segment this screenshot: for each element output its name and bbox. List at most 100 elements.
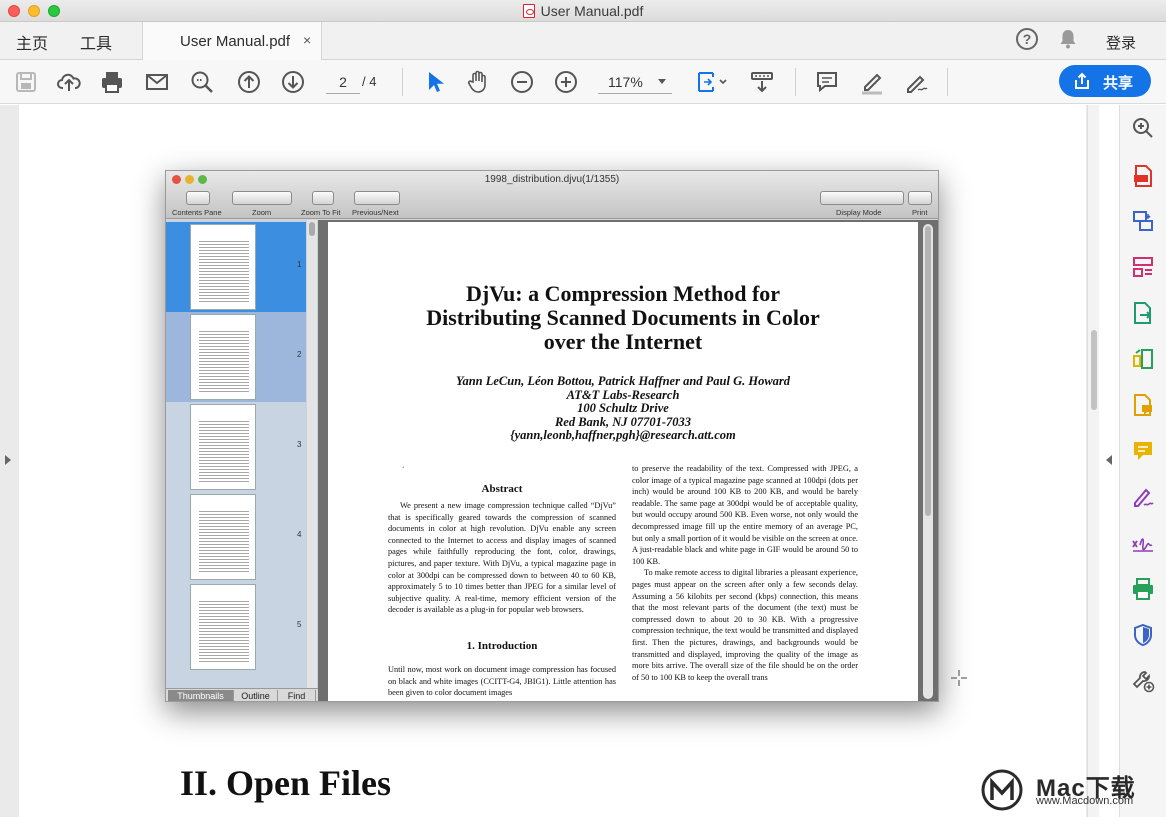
share-button[interactable]: 共享 (1059, 65, 1151, 97)
paper-title-line: over the Internet (543, 329, 703, 354)
zoom-level-dropdown[interactable]: 117% (598, 70, 672, 94)
window-title-text: User Manual.pdf (540, 3, 644, 19)
thumbnail-item: 3 (166, 402, 306, 492)
print-icon[interactable] (99, 69, 125, 95)
thumbnail-page (190, 224, 256, 310)
document-tab[interactable]: User Manual.pdf × (142, 22, 322, 60)
abstract-heading: Abstract (481, 483, 523, 495)
protect-shield-icon[interactable] (1131, 623, 1155, 647)
right-column-text: to preserve the readability of the text.… (632, 463, 858, 683)
send-for-signature-icon[interactable] (1131, 531, 1155, 555)
previous-page-icon[interactable] (236, 69, 262, 95)
stray-mark: ʻ (402, 465, 405, 473)
notification-bell-icon[interactable] (1058, 28, 1078, 50)
djvu-sidebar-tabs: Thumbnails Outline Find (166, 688, 318, 701)
djvu-sidebar-scrollbar (307, 220, 317, 688)
previous-next-label: Previous/Next (352, 208, 399, 217)
comment-icon[interactable] (814, 69, 840, 95)
login-link[interactable]: 登录 (1106, 32, 1136, 53)
thumbnail-item: 1 (166, 222, 306, 312)
combine-files-icon[interactable] (1131, 209, 1155, 233)
thumbnail-number: 3 (297, 440, 302, 449)
introduction-text: Until now, most work on document image c… (388, 665, 616, 698)
pdf-file-icon (522, 4, 535, 18)
close-tab-icon[interactable]: × (303, 32, 311, 48)
document-tab-label: User Manual.pdf (180, 33, 291, 50)
toolbar-divider (947, 68, 948, 96)
home-menu[interactable]: 主页 (16, 30, 48, 54)
paper-emails: {yann,leonb,haffner,pgh}@research.att.co… (510, 428, 736, 442)
thumbnail-lines (199, 239, 249, 303)
previous-next-button (354, 191, 400, 205)
app-window: User Manual.pdf 主页 工具 User Manual.pdf × … (0, 0, 1166, 817)
djvu-sidebar-scroll-thumb (309, 222, 315, 236)
paper-authors: Yann LeCun, Léon Bottou, Patrick Haffner… (455, 374, 791, 388)
organize-pages-icon[interactable] (1131, 255, 1155, 279)
right-column-paragraph: To make remote access to digital librari… (632, 568, 858, 682)
djvu-print-button (908, 191, 932, 205)
export-pdf-icon[interactable] (1131, 301, 1155, 325)
hand-tool-icon[interactable] (465, 69, 491, 95)
page-total-label: / 4 (362, 74, 377, 89)
zoom-segmented-button (232, 191, 292, 205)
page-number-input[interactable] (326, 70, 360, 94)
zoom-search-icon[interactable] (1131, 116, 1155, 140)
paper-authors-block: Yann LeCun, Léon Bottou, Patrick Haffner… (328, 374, 918, 443)
print-label: Print (912, 208, 928, 217)
edit-pdf-icon[interactable] (1131, 347, 1155, 371)
chevron-down-icon (658, 79, 666, 84)
djvu-paper-page: DjVu: a Compression Method for Distribut… (328, 222, 918, 701)
right-column-paragraph: to preserve the readability of the text.… (632, 464, 858, 566)
help-icon[interactable]: ? (1016, 28, 1038, 50)
toolbar-divider (402, 68, 403, 96)
share-button-label: 共享 (1103, 75, 1134, 92)
share-icon (1075, 72, 1089, 89)
select-cursor-icon[interactable] (421, 69, 447, 95)
create-pdf-icon[interactable] (1131, 164, 1155, 188)
comment-tool-icon[interactable] (1131, 393, 1155, 417)
title-bar: User Manual.pdf (0, 0, 1166, 22)
thumbnail-number: 2 (297, 350, 302, 359)
section-heading: II. Open Files (180, 763, 392, 803)
more-tools-icon[interactable] (1131, 669, 1155, 693)
zoom-level-value: 117% (608, 74, 643, 90)
next-page-icon[interactable] (280, 69, 306, 95)
toolbar-divider (795, 68, 796, 96)
thumbnail-page (190, 314, 256, 400)
paper-city: Red Bank, NJ 07701-7033 (554, 414, 692, 429)
vertical-scrollbar[interactable] (1087, 105, 1099, 817)
fit-page-icon[interactable] (696, 69, 728, 95)
display-mode-button (820, 191, 904, 205)
upload-cloud-icon[interactable] (56, 69, 82, 95)
djvu-title-bar: 1998_distribution.djvu(1/1355) Contents … (166, 171, 938, 219)
save-icon[interactable] (13, 69, 39, 95)
left-panel-toggle-icon[interactable] (5, 455, 11, 465)
main-toolbar: / 4 117% (0, 60, 1166, 104)
zoom-in-icon[interactable] (553, 69, 579, 95)
tools-menu[interactable]: 工具 (80, 30, 112, 54)
thumbnails-tab: Thumbnails (168, 690, 234, 701)
find-tab: Find (278, 690, 316, 701)
sign-icon[interactable] (903, 69, 929, 95)
zoom-label: Zoom (252, 208, 272, 217)
thumbnail-lines (199, 419, 249, 483)
thumbnail-lines (199, 599, 249, 663)
search-text-icon[interactable] (189, 69, 215, 95)
highlight-pen-icon[interactable] (859, 69, 885, 95)
djvu-page-scrollbar (923, 224, 933, 699)
print-production-icon[interactable] (1131, 577, 1155, 601)
introduction-heading: 1. Introduction (466, 640, 538, 652)
thumbnail-item: 5 (166, 582, 306, 672)
scrollbar-thumb[interactable] (1091, 330, 1097, 410)
scroll-mode-icon[interactable] (749, 69, 775, 95)
thumbnail-page (190, 404, 256, 490)
fill-sign-icon[interactable] (1131, 485, 1155, 509)
email-icon[interactable] (144, 69, 170, 95)
comment-bubble-icon[interactable] (1131, 439, 1155, 463)
right-panel-toggle-icon[interactable] (1106, 455, 1112, 465)
djvu-page-view: DjVu: a Compression Method for Distribut… (318, 220, 938, 701)
menu-tab-bar: 主页 工具 User Manual.pdf × ? 登录 (0, 22, 1166, 60)
contents-pane-label: Contents Pane (172, 208, 222, 217)
paper-title-line: Distributing Scanned Documents in Color (426, 305, 820, 330)
zoom-out-icon[interactable] (509, 69, 535, 95)
